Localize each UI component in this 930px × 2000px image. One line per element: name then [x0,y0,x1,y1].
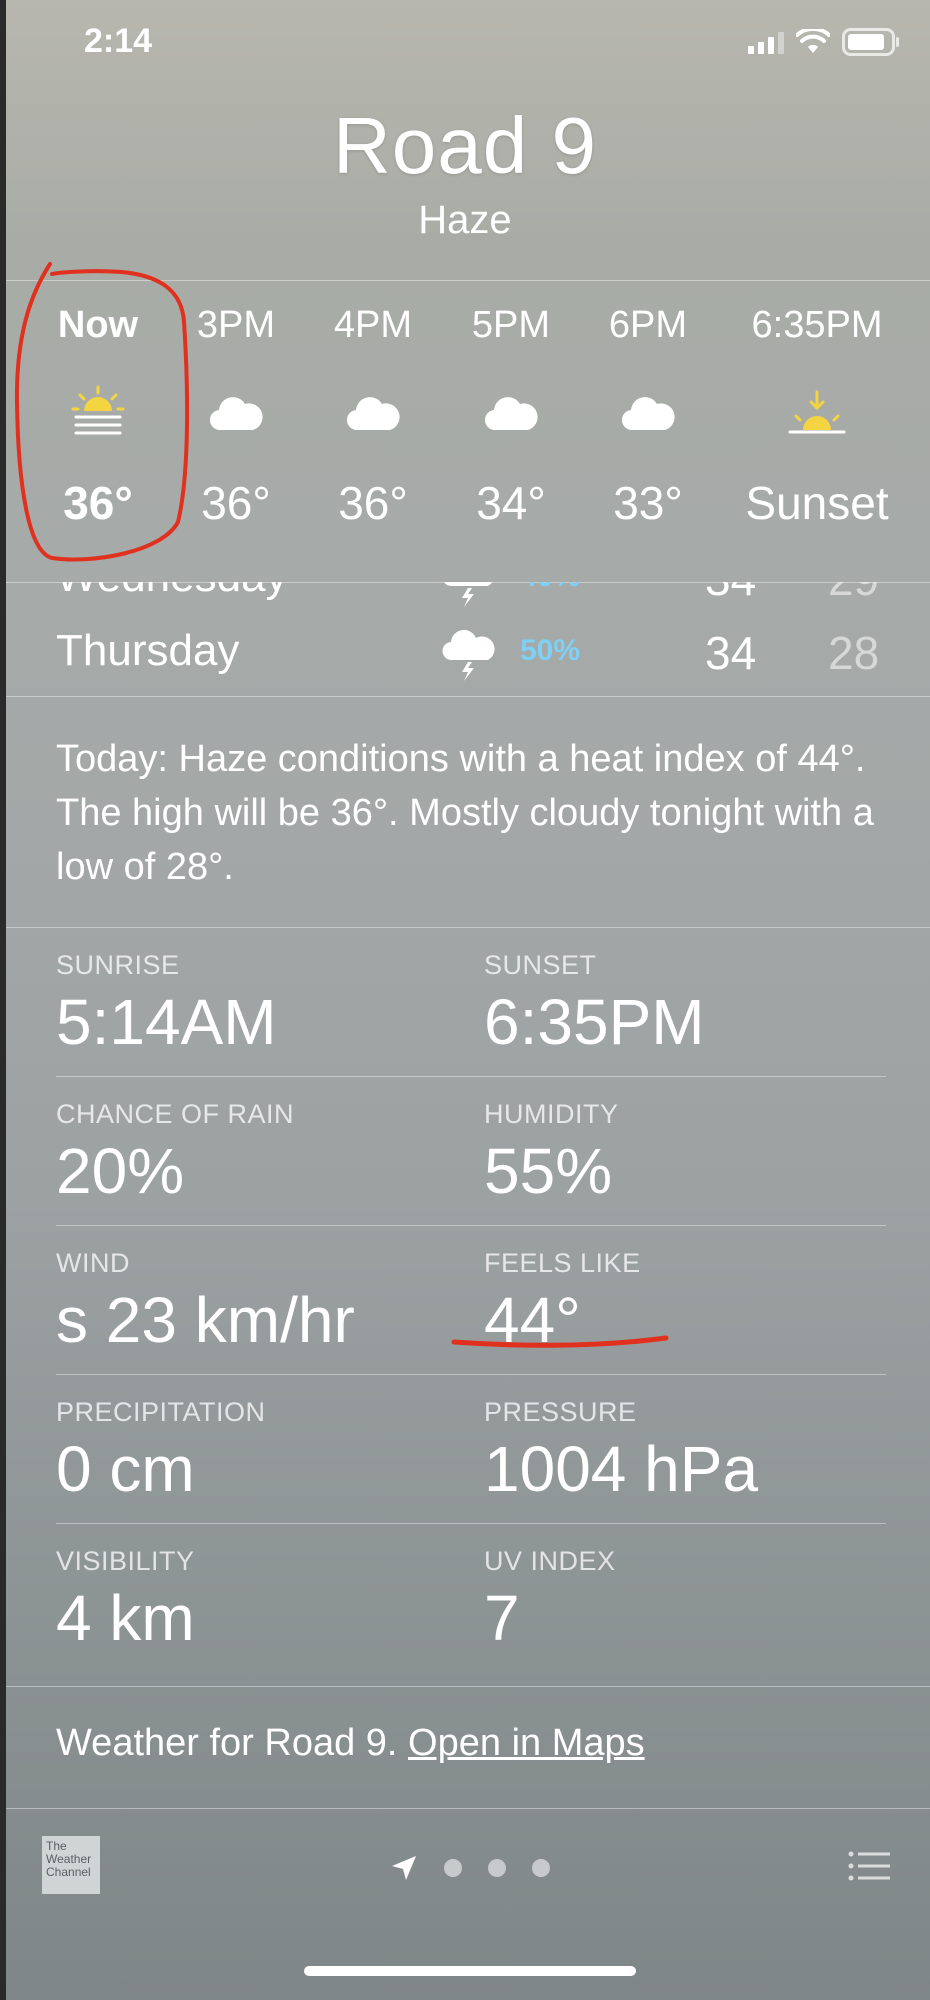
current-condition: Haze [418,198,512,242]
haze-icon [23,378,173,448]
daily-forecast[interactable]: Wednesday 40% 34 29 Thursday 50% 34 28 [0,582,930,696]
thunderstorm-icon [442,626,498,687]
detail-label: SUNRISE [56,950,180,980]
humidity-value: 55% [484,1135,613,1207]
detail-label: WIND [56,1248,130,1278]
cloud-icon [298,378,448,448]
location-arrow-icon [392,1856,416,1880]
precipitation-cell: PRECIPITATION 0 cm [56,1397,266,1506]
sunset-value: 6:35PM [484,986,705,1058]
low-temp: 28 [828,627,880,679]
open-in-maps-link[interactable]: Open in Maps [408,1722,645,1764]
hour-label: 4PM [333,304,413,346]
detail-label: FEELS LIKE [484,1248,641,1278]
weather-channel-logo[interactable]: The Weather Channel [42,1836,100,1894]
day-name: Wednesday [56,582,288,602]
hour-temp: 36° [201,477,271,529]
detail-label: SUNSET [484,950,597,980]
divider [6,696,930,697]
hour-temp: 36° [338,477,408,529]
detail-label: VISIBILITY [56,1546,195,1576]
hour-6pm: 6PM 33° [573,304,723,530]
cellular-signal-icon [748,30,784,54]
pressure-value: 1004 hPa [484,1433,759,1505]
hour-3pm: 3PM 36° [161,304,311,530]
daily-summary: Today: Haze conditions with a heat index… [56,738,874,888]
detail-row: PRECIPITATION 0 cm PRESSURE 1004 hPa [56,1375,886,1524]
hour-temp: 34° [476,477,546,529]
footer-text: Weather for Road 9. [56,1722,409,1764]
hour-4pm: 4PM 36° [298,304,448,530]
status-bar: 2:14 [0,0,930,90]
cloud-icon [573,378,723,448]
uv-index-cell: UV INDEX 7 [484,1546,616,1655]
page-dot [488,1859,506,1877]
hour-temp: Sunset [745,477,889,529]
detail-row: SUNRISE 5:14AM SUNSET 6:35PM [56,928,886,1077]
daily-row: Wednesday 40% 34 29 [0,582,930,616]
wind-cell: WIND s 23 km/hr [56,1248,355,1357]
detail-row: WIND s 23 km/hr FEELS LIKE 44° [56,1226,886,1375]
hour-temp: 33° [613,477,683,529]
sunrise-value: 5:14AM [56,986,277,1058]
sunrise-cell: SUNRISE 5:14AM [56,950,277,1059]
detail-label: CHANCE OF RAIN [56,1099,295,1129]
cloud-icon [161,378,311,448]
cloud-icon [436,378,586,448]
hour-label: 6:35PM [751,304,883,346]
feels-like-value: 44° [484,1284,581,1356]
pressure-cell: PRESSURE 1004 hPa [484,1397,758,1506]
humidity-cell: HUMIDITY 55% [484,1099,619,1208]
precip-chance: 50% [520,634,581,667]
high-temp: 34 [705,582,756,606]
divider [6,1808,930,1809]
page-dot [444,1859,462,1877]
chance-of-rain-cell: CHANCE OF RAIN 20% [56,1099,294,1208]
uv-index-value: 7 [484,1582,520,1654]
status-time: 2:14 [84,22,153,60]
wifi-icon [796,29,830,53]
visibility-value: 4 km [56,1582,195,1654]
page-indicator[interactable] [390,1854,550,1882]
thunderstorm-icon [442,582,498,613]
hour-5pm: 5PM 34° [436,304,586,530]
daily-row: Thursday 50% 34 28 [0,618,930,690]
divider [6,280,930,281]
hour-label: 5PM [471,304,551,346]
hour-label: 3PM [196,304,276,346]
hour-now: Now 36° [23,304,173,530]
detail-label: HUMIDITY [484,1099,619,1129]
detail-row: CHANCE OF RAIN 20% HUMIDITY 55% [56,1077,886,1226]
low-temp: 29 [828,582,879,606]
city-name: Road 9 [333,101,597,190]
detail-label: PRECIPITATION [56,1397,266,1427]
detail-label: PRESSURE [484,1397,637,1427]
home-indicator[interactable] [304,1966,636,1976]
detail-row: VISIBILITY 4 km UV INDEX 7 [56,1524,886,1672]
status-icons [748,28,900,56]
divider [6,1686,930,1687]
day-name: Thursday [56,626,240,675]
sunset-icon [732,378,902,448]
chance-of-rain-value: 20% [56,1135,185,1207]
detail-label: UV INDEX [484,1546,616,1576]
hour-label: Now [57,304,139,346]
feels-like-cell: FEELS LIKE 44° [484,1248,641,1357]
hour-sunset: 6:35PM Sunset [732,304,902,530]
hour-temp: 36° [63,477,133,529]
list-icon[interactable] [848,1850,890,1882]
weather-details: SUNRISE 5:14AM SUNSET 6:35PM CHANCE OF R… [56,928,886,1672]
precip-chance: 40% [520,582,580,594]
precipitation-value: 0 cm [56,1433,195,1505]
page-dot [532,1859,550,1877]
location-header: Road 9 Haze [0,100,930,243]
weather-source-line: Weather for Road 9. Open in Maps [56,1722,645,1765]
sunset-cell: SUNSET 6:35PM [484,950,705,1059]
hourly-forecast[interactable]: Now 36° 3PM 36° 4PM 36° 5PM 34° 6PM 33° … [0,282,930,582]
high-temp: 34 [705,627,757,679]
visibility-cell: VISIBILITY 4 km [56,1546,195,1655]
hour-label: 6PM [608,304,688,346]
wind-value: s 23 km/hr [56,1284,355,1356]
battery-icon [842,28,899,56]
